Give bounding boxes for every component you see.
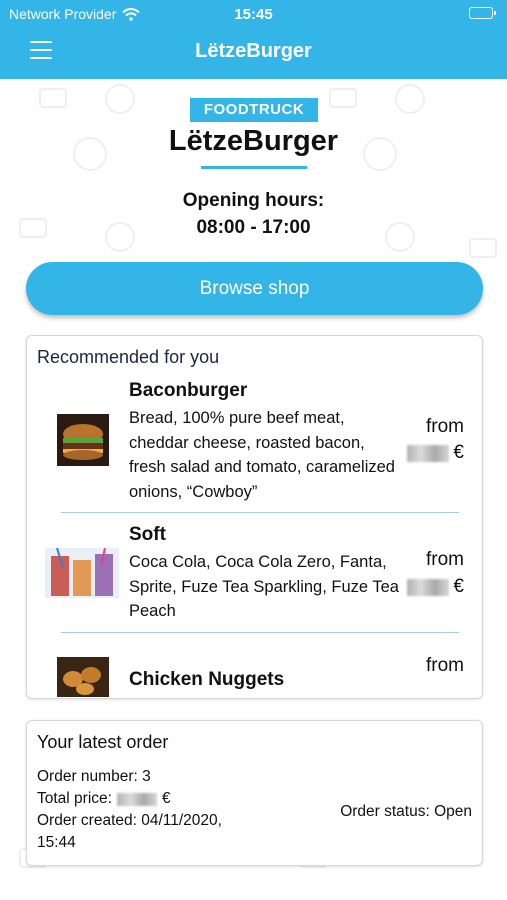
order-created-time: 15:44 xyxy=(37,834,76,851)
order-number: Order number: 3 xyxy=(37,768,151,785)
latest-order-heading: Your latest order xyxy=(37,732,169,752)
product-description: Coca Cola, Coca Cola Zero, Fanta, Sprite… xyxy=(129,553,399,620)
status-time: 15:45 xyxy=(234,6,273,23)
browse-shop-button[interactable]: Browse shop xyxy=(26,262,483,315)
price-blurred xyxy=(407,444,450,462)
brand-name: LëtzeBurger xyxy=(168,125,339,157)
total-price-blurred xyxy=(116,792,157,806)
nuggets-image xyxy=(57,657,109,697)
product-description: Bread, 100% pure beef meat, cheddar chee… xyxy=(129,409,395,501)
burger-image xyxy=(57,414,109,466)
product-price: € xyxy=(407,576,464,598)
from-label: from xyxy=(426,549,464,570)
list-divider xyxy=(61,632,459,633)
top-bar: Network Provider 15:45 LëtzeBurger xyxy=(0,0,507,79)
opening-hours-value: 08:00 - 17:00 xyxy=(196,217,311,238)
app-title: LëtzeBurger xyxy=(195,40,312,62)
soft-drinks-image xyxy=(45,548,119,598)
latest-order-card[interactable]: Your latest order Order number: 3 Total … xyxy=(26,720,483,866)
brand-underline xyxy=(201,166,307,169)
from-label: from xyxy=(426,416,464,437)
opening-hours-label: Opening hours: xyxy=(182,190,325,211)
from-label: from xyxy=(426,655,464,676)
battery-icon xyxy=(469,7,496,19)
list-divider xyxy=(61,512,459,513)
foodtruck-badge: FOODTRUCK xyxy=(190,98,318,122)
product-baconburger[interactable]: Baconburger Bread, 100% pure beef meat, … xyxy=(27,376,482,511)
recommended-heading: Recommended for you xyxy=(37,347,220,367)
currency-symbol: € xyxy=(453,442,464,463)
product-name: Chicken Nuggets xyxy=(129,669,285,690)
recommended-card: Recommended for you Baconburger Bread, 1… xyxy=(26,335,483,699)
product-soft[interactable]: Soft Coca Cola, Coca Cola Zero, Fanta, S… xyxy=(27,520,482,630)
product-chicken-nuggets[interactable]: Chicken Nuggets from xyxy=(27,641,482,698)
price-blurred xyxy=(407,578,450,596)
product-name: Soft xyxy=(129,524,166,545)
product-name: Baconburger xyxy=(129,380,248,401)
currency-symbol: € xyxy=(161,790,171,807)
product-price: € xyxy=(407,442,464,464)
total-price-label: Total price: xyxy=(37,790,112,807)
order-created: Order created: 04/11/2020, xyxy=(37,812,222,829)
order-total-price: Total price: € xyxy=(37,790,171,808)
currency-symbol: € xyxy=(453,576,464,597)
order-status: Order status: Open xyxy=(340,803,472,820)
